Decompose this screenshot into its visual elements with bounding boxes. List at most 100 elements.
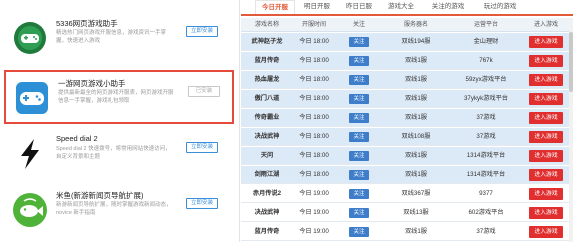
table-row: 天问 今日 18:00 关注 双线1服 1314游戏平台 进入游戏 [241,147,573,165]
enter-game-button[interactable]: 进入游戏 [529,55,563,67]
extension-name: 一游网页游戏小助手 [58,79,126,88]
follow-button[interactable]: 关注 [349,170,369,180]
fish-icon [12,192,48,228]
tab-followed[interactable]: 关注的游戏 [423,0,473,14]
install-button[interactable]: 立即安装 [186,142,218,153]
server-name: 双线13服 [403,209,429,216]
follow-button[interactable]: 关注 [349,227,369,237]
game-name[interactable]: 决战武神 [247,204,287,222]
game-name[interactable]: 天问 [247,147,287,165]
extension-item[interactable]: Speed dial 2 Speed dial 2 快速拨号，将常用网站快速访问… [4,128,234,182]
tab-yesterday[interactable]: 昨日已服 [339,0,379,14]
server-name: 双线1服 [404,57,427,64]
column-enter: 进入游戏 [533,22,558,28]
lightning-icon [12,136,48,172]
open-time: 今日 19:00 [299,209,329,216]
enter-game-button[interactable]: 进入游戏 [529,207,563,219]
follow-button[interactable]: 关注 [349,56,369,66]
game-name[interactable]: 蓝月传奇 [247,223,287,241]
platform-name: 37ykyk游戏平台 [463,95,508,102]
extension-description: 新游新闻页导航扩展，随时掌握游戏新闻动态，novice 新手指南 [56,202,172,216]
platform-name: 金山理财 [473,38,499,45]
follow-button[interactable]: 关注 [349,113,369,123]
controller-icon [14,80,50,116]
enter-game-button[interactable]: 进入游戏 [529,226,563,238]
table-row: 决战武神 今日 19:00 关注 双线13服 602游戏平台 进入游戏 [241,204,573,222]
extension-item[interactable]: 米鱼(新游新闻页导航扩展) 新游新闻页导航扩展，随时掌握游戏新闻动态，novic… [4,184,234,238]
extension-description: Speed dial 2 快速拨号，将常用网站快速访问，自定义背景和主题 [56,146,171,160]
tab-bar: 今日开服 明日开服 昨日已服 游戏大全 关注的游戏 玩过的游戏 [241,0,573,16]
install-button[interactable]: 立即安装 [186,198,218,209]
extension-list: 5336网页游戏助手 精选热门网页游戏开服信息，游戏资讯一手掌握，快速进入游戏 … [0,0,240,242]
enter-game-button[interactable]: 进入游戏 [529,112,563,124]
enter-game-button[interactable]: 进入游戏 [529,131,563,143]
server-name: 双线1服 [404,95,427,102]
server-name: 双线1服 [404,76,427,83]
game-name[interactable]: 传奇霸业 [247,109,287,127]
game-name[interactable]: 傲门八道 [247,90,287,108]
game-name[interactable]: 热血屠龙 [247,71,287,89]
tab-tomorrow[interactable]: 明日开服 [297,0,337,14]
open-time: 今日 18:00 [299,171,329,178]
open-time: 今日 18:00 [299,95,329,102]
game-server-panel: 今日开服 明日开服 昨日已服 游戏大全 关注的游戏 玩过的游戏 游戏名称 开服时… [241,0,573,242]
open-time: 今日 18:00 [299,114,329,121]
game-name[interactable]: 武神赵子龙 [247,33,287,51]
game-name[interactable]: 决战武神 [247,128,287,146]
open-time: 今日 18:00 [299,152,329,159]
tab-today[interactable]: 今日开服 [255,0,295,14]
table-row: 蓝月传奇 今日 19:00 关注 双线1服 37游戏 进入游戏 [241,223,573,241]
platform-name: 9377 [479,190,493,197]
install-button[interactable]: 立即安装 [186,26,218,37]
follow-button[interactable]: 关注 [349,208,369,218]
server-name: 双线1服 [404,171,427,178]
gamepad-icon [12,20,48,56]
column-platform: 运营平台 [473,22,498,28]
server-name: 双线1服 [404,228,427,235]
installed-button[interactable]: 已安装 [188,86,220,97]
extension-item-selected[interactable]: 一游网页游戏小助手 提供最新最全的网页游戏开服表，网页游戏开服信息一手掌握，游戏… [4,70,234,124]
enter-game-button[interactable]: 进入游戏 [529,188,563,200]
game-name[interactable]: 赤月传说2 [247,185,287,203]
game-name[interactable]: 蓝月传奇 [247,52,287,70]
platform-name: 767k [479,57,493,64]
server-name: 双线1服 [404,114,427,121]
follow-button[interactable]: 关注 [349,94,369,104]
open-time: 今日 18:00 [299,57,329,64]
table-row: 热血屠龙 今日 18:00 关注 双线1服 59zyx游戏平台 进入游戏 [241,71,573,89]
extension-name: 5336网页游戏助手 [56,19,118,28]
server-name: 双线194服 [401,38,431,45]
table-row: 赤月传说2 今日 19:00 关注 双线367服 9377 进入游戏 [241,185,573,203]
follow-button[interactable]: 关注 [349,37,369,47]
open-time: 今日 18:00 [299,76,329,83]
enter-game-button[interactable]: 进入游戏 [529,93,563,105]
open-time: 今日 19:00 [299,228,329,235]
server-name: 双线108服 [401,133,431,140]
server-name: 双线1服 [404,152,427,159]
extension-description: 提供最新最全的网页游戏开服表，网页游戏开服信息一手掌握，游戏礼包领取 [58,90,174,104]
table-row: 傲门八道 今日 18:00 关注 双线1服 37ykyk游戏平台 进入游戏 [241,90,573,108]
extension-name: 米鱼(新游新闻页导航扩展) [56,191,144,200]
follow-button[interactable]: 关注 [349,189,369,199]
tab-all-games[interactable]: 游戏大全 [381,0,421,14]
follow-button[interactable]: 关注 [349,132,369,142]
follow-button[interactable]: 关注 [349,151,369,161]
scrollbar-thumb[interactable] [569,32,573,92]
table-row: 传奇霸业 今日 18:00 关注 双线1服 37游戏 进入游戏 [241,109,573,127]
follow-button[interactable]: 关注 [349,75,369,85]
platform-name: 1314游戏平台 [466,171,506,178]
extension-item[interactable]: 5336网页游戏助手 精选热门网页游戏开服信息，游戏资讯一手掌握，快速进入游戏 … [4,12,234,66]
server-name: 双线367服 [401,190,431,197]
tab-played[interactable]: 玩过的游戏 [475,0,525,14]
platform-name: 37游戏 [476,228,496,235]
enter-game-button[interactable]: 进入游戏 [529,150,563,162]
extension-description: 精选热门网页游戏开服信息，游戏资讯一手掌握，快速进入游戏 [56,30,167,44]
enter-game-button[interactable]: 进入游戏 [529,169,563,181]
platform-name: 1314游戏平台 [466,152,506,159]
column-game-name: 游戏名称 [254,22,279,28]
table-row: 剑雨江湖 今日 18:00 关注 双线1服 1314游戏平台 进入游戏 [241,166,573,184]
enter-game-button[interactable]: 进入游戏 [529,74,563,86]
game-name[interactable]: 剑雨江湖 [247,166,287,184]
enter-game-button[interactable]: 进入游戏 [529,36,563,48]
open-time: 今日 18:00 [299,38,329,45]
